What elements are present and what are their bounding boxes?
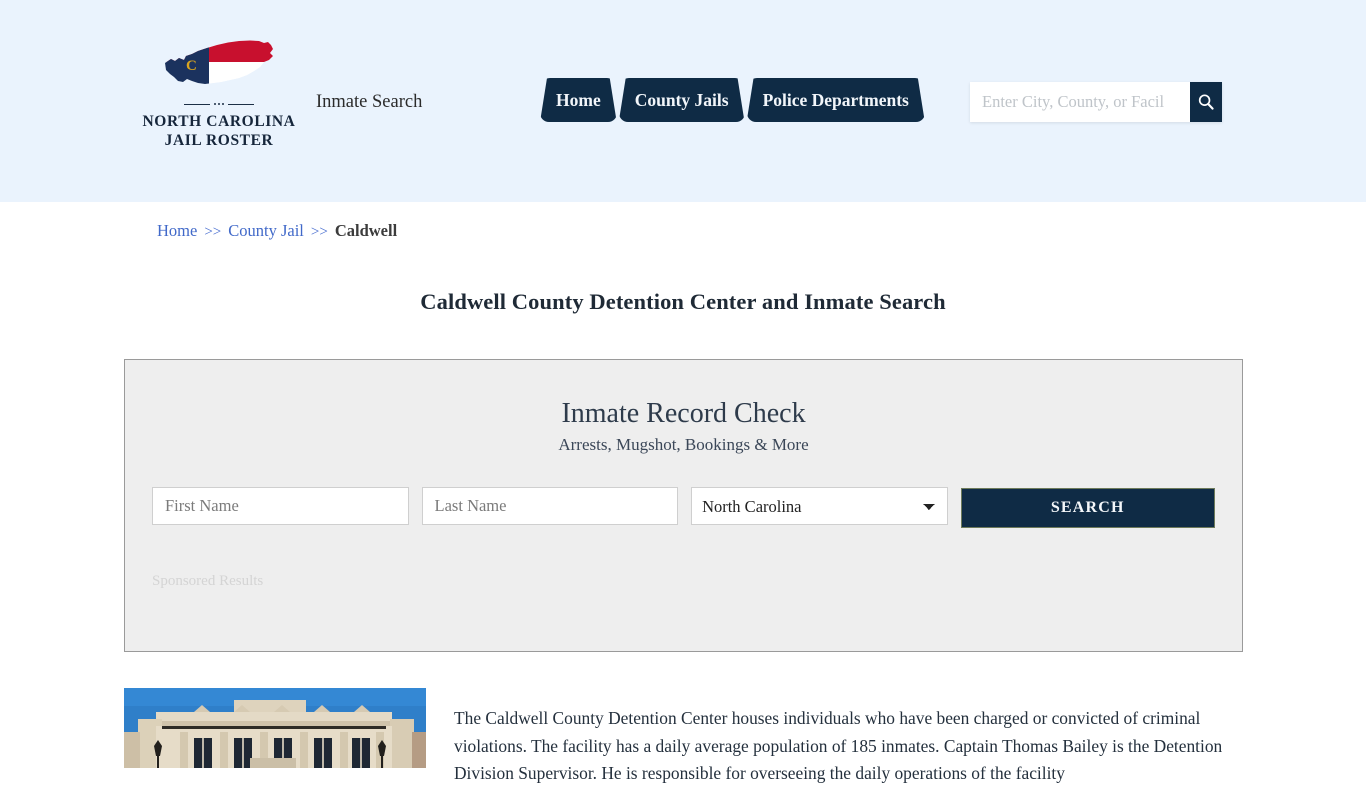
site-header: C NORTH CAROLINA JAIL ROSTER Inmate Sear… — [0, 0, 1366, 202]
brand-name-line-2: JAIL ROSTER — [164, 132, 274, 149]
breadcrumb-link-home[interactable]: Home — [157, 221, 197, 240]
inmate-record-check-widget: Inmate Record Check Arrests, Mugshot, Bo… — [124, 359, 1243, 652]
facility-description-text: The Caldwell County Detention Center hou… — [454, 708, 1223, 784]
first-name-input[interactable] — [152, 487, 409, 526]
widget-title: Inmate Record Check — [561, 398, 806, 429]
brand-name-line-1: NORTH CAROLINA — [142, 113, 296, 130]
breadcrumb-current-caldwell: Caldwell — [334, 221, 398, 240]
detention-center-building-image — [124, 688, 426, 768]
sponsored-results-label: Sponsored Results — [152, 573, 264, 590]
facility-description-row: The Caldwell County Detention Center hou… — [124, 688, 1243, 805]
north-carolina-state-map-icon: C — [165, 40, 273, 84]
nav-item-county-jails[interactable]: County Jails — [619, 78, 745, 122]
header-search-button[interactable] — [1190, 82, 1222, 122]
last-name-input[interactable] — [421, 487, 679, 526]
header-search-input[interactable] — [970, 82, 1190, 122]
breadcrumb: Home >> County Jail >> Caldwell — [157, 221, 397, 241]
brand-divider-ornament — [177, 100, 261, 108]
widget-subtitle: Arrests, Mugshot, Bookings & More — [558, 435, 809, 455]
search-icon — [1198, 94, 1214, 110]
header-inner: C NORTH CAROLINA JAIL ROSTER Inmate Sear… — [0, 0, 1366, 202]
breadcrumb-separator-1: >> — [204, 224, 222, 240]
breadcrumb-link-county-jail[interactable]: County Jail — [228, 221, 304, 240]
site-logo[interactable]: C NORTH CAROLINA JAIL ROSTER — [140, 36, 298, 150]
flag-letter-c: C — [186, 58, 197, 74]
site-tagline: Inmate Search — [316, 92, 423, 112]
nav-item-police-departments[interactable]: Police Departments — [747, 78, 925, 122]
nav-item-home[interactable]: Home — [540, 78, 617, 122]
inmate-search-button[interactable]: SEARCH — [960, 488, 1215, 529]
breadcrumb-separator-2: >> — [310, 224, 328, 240]
primary-navigation: Home County Jails Police Departments — [540, 74, 925, 122]
state-select[interactable]: North Carolina — [691, 487, 948, 526]
header-search-group — [970, 82, 1222, 122]
facility-description-section: The Caldwell County Detention Center hou… — [124, 688, 1243, 805]
inmate-search-form: North Carolina SEARCH — [125, 487, 1242, 529]
page-title: Caldwell County Detention Center and Inm… — [420, 289, 946, 315]
facility-photo — [124, 688, 426, 768]
